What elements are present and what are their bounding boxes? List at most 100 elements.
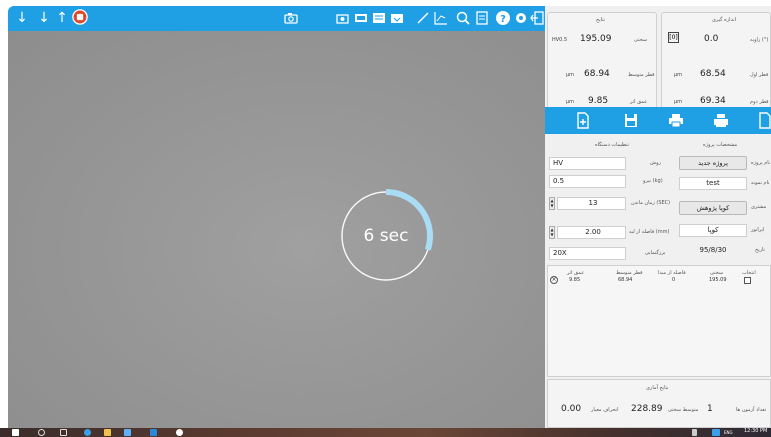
depth-label: عمق اثر — [630, 99, 648, 105]
unit-label: µm — [674, 99, 683, 105]
main-toolbar: ↓ ↓ ↑ ? — [8, 6, 545, 31]
print-preview-icon[interactable] — [713, 112, 729, 129]
document-icon[interactable] — [474, 10, 490, 26]
search-icon[interactable] — [38, 429, 45, 436]
action-ribbon — [545, 107, 771, 134]
table-header: قطر متوسط — [616, 270, 643, 276]
camera-live-view[interactable] — [8, 31, 545, 428]
keyboard-icon[interactable] — [712, 429, 720, 436]
countdown-text: 6 sec — [363, 226, 409, 246]
zoom-icon[interactable] — [455, 10, 471, 26]
export-icon[interactable] — [389, 10, 405, 26]
task-view-icon[interactable] — [60, 429, 67, 436]
unit-label: µm — [674, 72, 683, 78]
tray-icon[interactable] — [692, 429, 697, 436]
table-header: فاصله از مبدا — [658, 270, 686, 276]
magnification-select[interactable]: 20X — [549, 247, 626, 260]
date-value: 95/8/30 — [679, 244, 747, 257]
svg-text:?: ? — [500, 14, 506, 25]
row-depth: 9.85 — [569, 277, 581, 283]
unit-label: µm — [566, 72, 575, 78]
load-label: نیرو (kg) — [643, 178, 663, 184]
print-icon[interactable] — [668, 112, 684, 129]
mean-diameter-value: 68.94 — [584, 69, 610, 79]
arrow-up-icon[interactable]: ↑ — [54, 10, 70, 26]
browser-icon[interactable] — [84, 429, 91, 436]
method-select[interactable]: HV — [549, 157, 626, 170]
stop-button[interactable] — [72, 9, 90, 27]
chart-icon[interactable] — [433, 10, 449, 26]
help-icon[interactable]: ? — [495, 10, 511, 26]
customer-button[interactable]: کوپا پژوهش — [679, 201, 747, 215]
diameter1-value: 68.54 — [700, 69, 726, 79]
hardness-label: سختی — [634, 37, 648, 43]
add-file-icon[interactable] — [575, 112, 591, 129]
dwell-spinner[interactable]: ▲ ▼ — [549, 197, 555, 210]
stats-box: نتایج آماری 0.00 انحراف معیار 228.89 متو… — [547, 379, 771, 428]
sample-label: نام نمونه — [751, 180, 770, 186]
distance-input[interactable]: 2.00 — [557, 226, 626, 239]
table-header: سختی — [710, 270, 724, 276]
export-file-icon[interactable] — [757, 112, 771, 129]
mean-value: 228.89 — [631, 404, 663, 414]
measurement-box: اندازه گیری [0] 0.0 زاویه (°) µm 68.54 ق… — [661, 12, 771, 110]
exit-icon[interactable] — [529, 10, 545, 26]
count-label: تعداد آزمون ها — [736, 407, 767, 413]
operator-input[interactable]: کوپا — [679, 224, 747, 237]
new-project-button[interactable]: پروژه جدید — [679, 156, 747, 170]
results-table: عمق اثر قطر متوسط فاصله از مبدا سختی انت… — [547, 265, 771, 377]
unit-label: HV0.5 — [552, 37, 568, 43]
video-icon[interactable] — [353, 10, 369, 26]
settings-icon[interactable] — [513, 10, 529, 26]
count-value: 1 — [707, 404, 713, 414]
mean-diameter-label: قطر متوسط — [628, 72, 655, 78]
language-indicator[interactable]: ENG — [724, 429, 733, 436]
operator-label: اپراتور — [751, 227, 765, 233]
camera-icon[interactable] — [283, 10, 299, 26]
hardness-tester-app: ↓ ↓ ↑ ? 6 sec نتایج HV0.5 195.09 سختی µm — [0, 0, 771, 437]
angle-value: 0.0 — [704, 34, 719, 44]
start-icon[interactable] — [12, 429, 19, 436]
store-icon[interactable] — [124, 429, 131, 436]
diameter1-label: قطر اول — [750, 72, 769, 78]
project-label: نام پروژه — [751, 160, 771, 166]
load-select[interactable]: 0.5 — [549, 175, 626, 188]
save-icon[interactable] — [623, 112, 639, 129]
dwell-input[interactable]: 13 — [557, 197, 626, 210]
distance-label: فاصله از لبه (mm) — [629, 229, 670, 235]
measure-line-icon[interactable] — [415, 10, 431, 26]
distance-spinner[interactable]: ▲ ▼ — [549, 226, 555, 239]
right-panel: نتایج HV0.5 195.09 سختی µm 68.94 قطر متو… — [545, 6, 771, 428]
unit-label: µm — [566, 99, 575, 105]
date-label: تاریخ — [755, 247, 765, 253]
clock[interactable]: 12:30 PM — [744, 428, 767, 435]
magnification-label: بزرگنمایی — [645, 250, 666, 256]
row-hardness: 195.09 — [709, 277, 727, 283]
app-icon[interactable] — [150, 429, 157, 436]
measurement-title: اندازه گیری — [712, 17, 736, 23]
arrow-down-icon[interactable]: ↓ — [14, 10, 30, 26]
delete-row-icon[interactable]: × — [550, 276, 558, 284]
dwell-label: زمان ماندن (SEC) — [631, 200, 671, 206]
windows-taskbar: ENG 12:30 PM — [0, 428, 771, 437]
report-icon[interactable] — [371, 10, 387, 26]
project-settings-title: مشخصات پروژه — [703, 142, 738, 148]
stats-title: نتایج آماری — [646, 385, 669, 391]
results-box: نتایج HV0.5 195.09 سختی µm 68.94 قطر متو… — [547, 12, 657, 110]
snapshot-icon[interactable] — [335, 10, 351, 26]
diameter2-label: قطر دوم — [750, 99, 769, 105]
arrow-down-icon[interactable]: ↓ — [36, 10, 52, 26]
row-select-checkbox[interactable] — [744, 277, 751, 284]
hardness-value: 195.09 — [580, 34, 612, 44]
sample-name-input[interactable]: test — [679, 177, 747, 190]
diameter2-value: 69.34 — [700, 96, 726, 106]
method-label: روش — [650, 160, 661, 166]
angle-label: زاویه (°) — [750, 37, 769, 43]
depth-value: 9.85 — [588, 96, 609, 106]
angle-reset-button[interactable]: [0] — [668, 32, 679, 43]
chrome-icon[interactable] — [176, 429, 183, 436]
row-distance: 0 — [672, 277, 676, 283]
folder-icon[interactable] — [104, 429, 111, 436]
mean-label: متوسط سختی — [668, 407, 699, 413]
table-header: انتخاب — [742, 270, 756, 276]
